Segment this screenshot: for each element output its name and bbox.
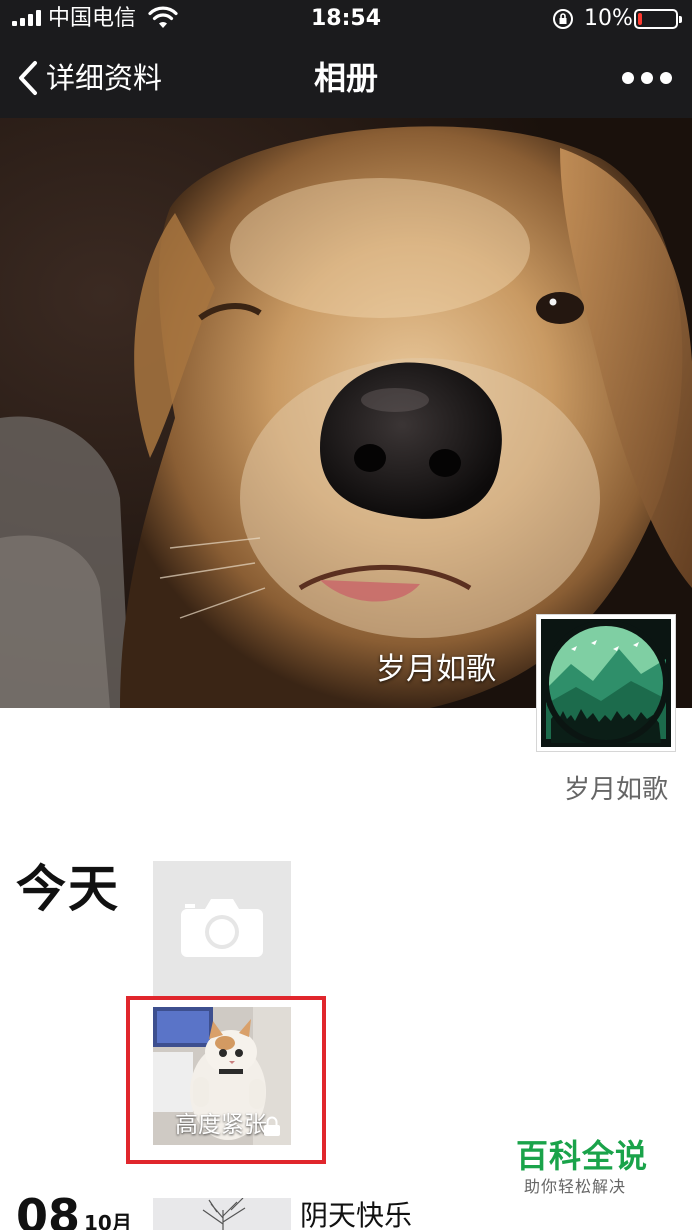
cover-username: 岁月如歌 <box>376 652 496 687</box>
post-text: 阴天快乐 <box>300 1199 413 1230</box>
more-icon <box>622 72 634 84</box>
page-title: 相册 <box>313 59 378 97</box>
battery-icon <box>634 9 682 29</box>
top-bar: 中国电信 18:54 10% 详细资料 相册 <box>0 0 692 118</box>
signature: 岁月如歌 <box>563 775 668 805</box>
today-label: 今天 <box>16 860 120 918</box>
watermark-title: 百科全说 <box>516 1137 649 1175</box>
more-button[interactable] <box>622 66 672 90</box>
post-date-day: 08 <box>16 1189 81 1230</box>
avatar[interactable] <box>536 614 676 752</box>
avatar-image <box>541 619 671 747</box>
battery-percent: 10% <box>584 6 633 31</box>
rotation-lock-icon <box>553 9 573 29</box>
camera-tile[interactable] <box>153 861 291 999</box>
post-thumbnail[interactable] <box>153 1198 291 1230</box>
post-date-month: 10月 <box>84 1211 132 1230</box>
camera-icon <box>181 899 263 957</box>
navigation-bar: 详细资料 相册 <box>0 38 692 118</box>
watermark-subtitle: 助你轻松解决 <box>524 1177 627 1196</box>
battery-level <box>638 13 642 25</box>
status-bar: 中国电信 18:54 10% <box>0 0 692 38</box>
tree-photo <box>153 1198 291 1230</box>
highlight-box <box>126 996 326 1164</box>
